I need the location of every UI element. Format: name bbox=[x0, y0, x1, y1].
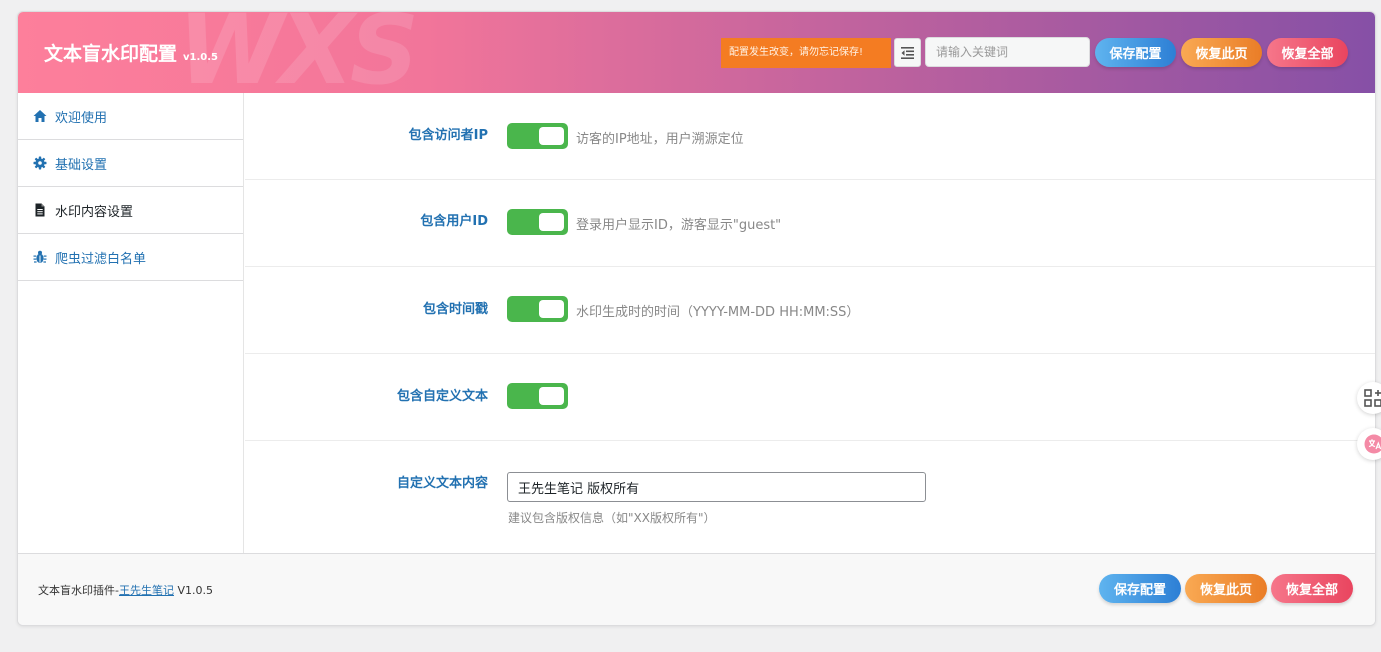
footer-prefix: 文本盲水印插件- bbox=[38, 584, 119, 597]
sidebar-nav: 欢迎使用 基础设置 水印内容设置 爬虫过滤白名单 bbox=[18, 93, 244, 553]
document-icon bbox=[35, 203, 45, 217]
sidebar-item-crawler-whitelist[interactable]: 爬虫过滤白名单 bbox=[18, 234, 243, 281]
grid-plus-icon bbox=[1364, 389, 1381, 407]
setting-row-custom-text-content: 自定义文本内容 建议包含版权信息（如"XX版权所有"） bbox=[245, 441, 1375, 555]
collapse-menu-button[interactable] bbox=[894, 38, 921, 67]
restore-all-button[interactable]: 恢复全部 bbox=[1267, 38, 1348, 67]
custom-text-toggle[interactable] bbox=[507, 383, 568, 409]
custom-text-hint: 建议包含版权信息（如"XX版权所有"） bbox=[508, 511, 716, 525]
setting-description: 访客的IP地址，用户溯源定位 bbox=[576, 132, 744, 147]
footer-restore-page-button[interactable]: 恢复此页 bbox=[1185, 574, 1267, 603]
toggle-knob bbox=[539, 387, 564, 405]
settings-content: 包含访问者IP 访客的IP地址，用户溯源定位 包含用户ID 登录用户显示ID，游… bbox=[245, 93, 1375, 553]
sidebar-item-label: 欢迎使用 bbox=[55, 110, 108, 126]
setting-row-user-id: 包含用户ID 登录用户显示ID，游客显示"guest" bbox=[245, 180, 1375, 267]
setting-label: 自定义文本内容 bbox=[396, 476, 488, 491]
floating-translate-button[interactable] bbox=[1357, 428, 1381, 460]
footer-restore-all-button[interactable]: 恢复全部 bbox=[1271, 574, 1353, 603]
visitor-ip-toggle[interactable] bbox=[507, 123, 568, 149]
version-badge: v1.0.5 bbox=[183, 52, 219, 63]
search-input[interactable] bbox=[925, 37, 1090, 67]
toggle-knob bbox=[539, 127, 564, 145]
floating-apps-button[interactable] bbox=[1357, 382, 1381, 414]
footer-credit: 文本盲水印插件-王先生笔记 V1.0.5 bbox=[38, 582, 213, 598]
sidebar-item-label: 爬虫过滤白名单 bbox=[55, 251, 147, 267]
setting-row-visitor-ip: 包含访问者IP 访客的IP地址，用户溯源定位 bbox=[245, 93, 1375, 180]
bug-icon bbox=[33, 250, 47, 263]
setting-description: 水印生成时的时间（YYYY-MM-DD HH:MM:SS） bbox=[576, 305, 860, 320]
sidebar-item-watermark-content[interactable]: 水印内容设置 bbox=[18, 187, 243, 234]
unsaved-notice: 配置发生改变，请勿忘记保存! bbox=[721, 38, 891, 68]
footer-save-button[interactable]: 保存配置 bbox=[1099, 574, 1181, 603]
home-icon bbox=[33, 110, 47, 122]
sidebar-item-welcome[interactable]: 欢迎使用 bbox=[18, 93, 243, 140]
setting-label: 包含自定义文本 bbox=[396, 389, 488, 404]
footer-bar: 文本盲水印插件-王先生笔记 V1.0.5 保存配置 恢复此页 恢复全部 bbox=[18, 553, 1375, 625]
setting-row-timestamp: 包含时间戳 水印生成时的时间（YYYY-MM-DD HH:MM:SS） bbox=[245, 267, 1375, 354]
user-id-toggle[interactable] bbox=[507, 209, 568, 235]
setting-label: 包含时间戳 bbox=[422, 302, 488, 317]
sidebar-item-label: 水印内容设置 bbox=[55, 204, 134, 220]
sidebar-item-label: 基础设置 bbox=[55, 157, 108, 173]
header-bar: WXS 文本盲水印配置v1.0.5 配置发生改变，请勿忘记保存! 保存配置 恢复… bbox=[18, 12, 1375, 93]
footer-version: V1.0.5 bbox=[177, 584, 213, 597]
settings-panel: WXS 文本盲水印配置v1.0.5 配置发生改变，请勿忘记保存! 保存配置 恢复… bbox=[17, 11, 1376, 626]
setting-label: 包含访问者IP bbox=[408, 128, 488, 143]
page-title: 文本盲水印配置 v1.0.5 bbox=[44, 39, 218, 66]
custom-text-input[interactable] bbox=[507, 472, 926, 502]
translate-icon bbox=[1364, 434, 1381, 454]
setting-description: 登录用户显示ID，游客显示"guest" bbox=[576, 218, 782, 233]
setting-label: 包含用户ID bbox=[420, 214, 488, 229]
save-button[interactable]: 保存配置 bbox=[1095, 38, 1176, 67]
outdent-icon bbox=[901, 46, 914, 59]
toggle-knob bbox=[539, 213, 564, 231]
toggle-knob bbox=[539, 300, 564, 318]
page-title-text: 文本盲水印配置 bbox=[44, 43, 178, 65]
timestamp-toggle[interactable] bbox=[507, 296, 568, 322]
restore-page-button[interactable]: 恢复此页 bbox=[1181, 38, 1262, 67]
setting-row-custom-text: 包含自定义文本 bbox=[245, 354, 1375, 441]
sidebar-item-basic-settings[interactable]: 基础设置 bbox=[18, 140, 243, 187]
gear-icon bbox=[33, 156, 47, 170]
author-link[interactable]: 王先生笔记 bbox=[119, 584, 174, 597]
